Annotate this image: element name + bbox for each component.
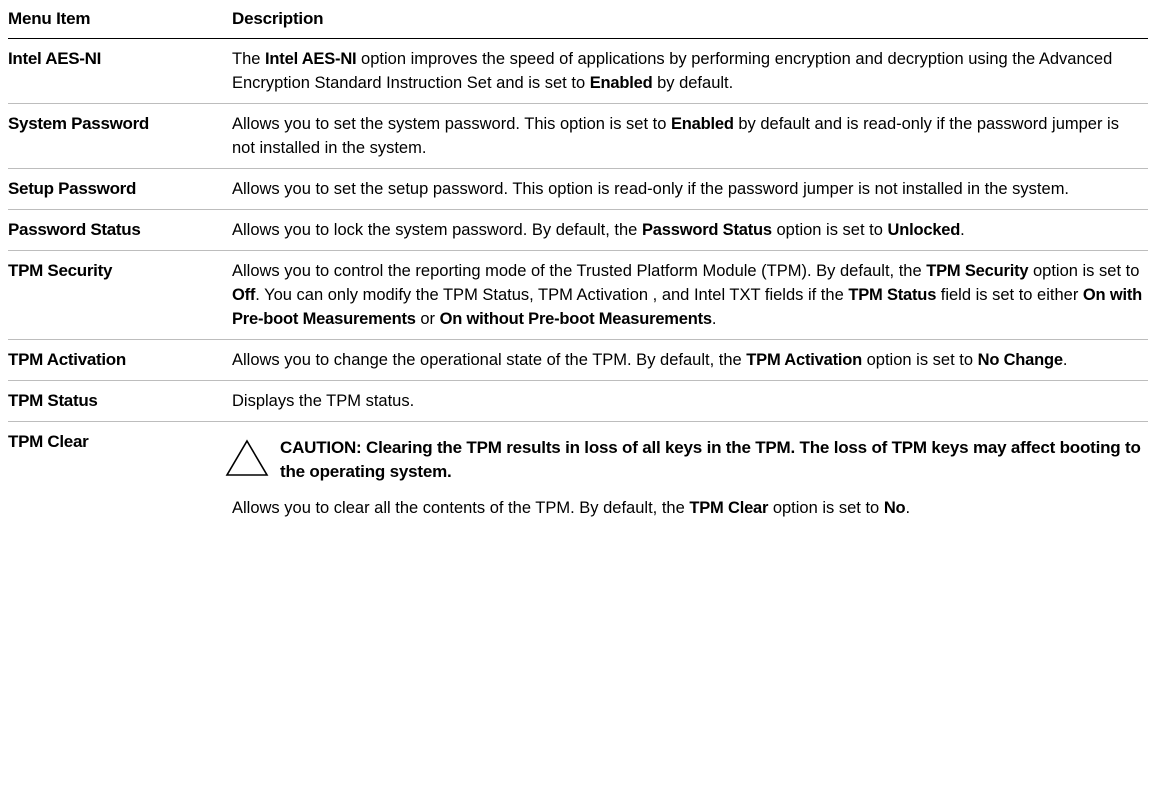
description-text: Allows you to set the setup password. Th… <box>232 177 1142 201</box>
bold-term: No Change <box>977 351 1063 369</box>
table-row: Password Status Allows you to lock the sy… <box>8 210 1148 251</box>
description-fragment: option is set to <box>771 221 888 239</box>
warning-triangle-icon <box>225 439 269 476</box>
menu-item-name: Setup Password <box>8 179 137 198</box>
description-fragment: The <box>232 50 266 68</box>
table-row: System Password Allows you to set the sys… <box>8 104 1148 169</box>
description-fragment: Allows you to lock the system password. … <box>232 221 642 239</box>
bold-term: Intel AES-NI <box>265 50 357 68</box>
menu-item-description: The Intel AES-NI option improves the spe… <box>232 47 1148 95</box>
bold-term: TPM Clear <box>689 499 769 517</box>
bold-term: On without Pre-boot Measurements <box>439 310 712 328</box>
description-text: The Intel AES-NI option improves the spe… <box>232 47 1142 95</box>
description-fragment: Allows you to clear all the contents of … <box>232 499 690 517</box>
description-fragment: option is set to <box>768 499 884 517</box>
description-text: Allows you to clear all the contents of … <box>232 496 1142 520</box>
menu-item-name: TPM Clear <box>8 432 89 451</box>
menu-item-name: TPM Activation <box>8 350 126 369</box>
bold-term: TPM Security <box>926 262 1029 280</box>
bold-term: Password Status <box>641 221 772 239</box>
table-row: TPM Security Allows you to control the re… <box>8 251 1148 340</box>
bold-term: Enabled <box>589 74 653 92</box>
description-fragment: field is set to either <box>936 286 1083 304</box>
description-text: Displays the TPM status. <box>232 389 1142 413</box>
table-header: Menu Item Description <box>8 0 1148 39</box>
description-fragment: . <box>711 310 717 328</box>
menu-item-description: Displays the TPM status. <box>232 389 1148 413</box>
menu-item-description: CAUTION: Clearing the TPM results in los… <box>225 430 1148 520</box>
menu-item-description: Allows you to lock the system password. … <box>232 218 1148 242</box>
description-fragment: . <box>905 499 911 517</box>
description-fragment: . <box>960 221 965 239</box>
description-fragment: Allows you to set the setup password. Th… <box>232 180 1070 198</box>
menu-item-name: TPM Security <box>8 261 113 280</box>
caution-notice: CAUTION: Clearing the TPM results in los… <box>225 436 1142 484</box>
bold-term: No <box>883 499 906 517</box>
header-description: Description <box>232 9 324 28</box>
description-fragment: Allows you to change the operational sta… <box>232 351 747 369</box>
table-row: TPM Clear CAUTION: Clearing the TPM resul… <box>8 422 1148 528</box>
bold-term: Enabled <box>670 115 734 133</box>
bold-term: Unlocked <box>887 221 961 239</box>
bold-term: TPM Status <box>848 286 937 304</box>
description-fragment: Allows you to set the system password. T… <box>232 115 671 133</box>
description-fragment: option is set to <box>1028 262 1140 280</box>
menu-item-description: Allows you to set the system password. T… <box>232 112 1148 160</box>
table-row: Intel AES-NI The Intel AES-NI option impr… <box>8 39 1148 104</box>
description-text: Allows you to change the operational sta… <box>232 348 1142 372</box>
description-text: Allows you to lock the system password. … <box>232 218 1142 242</box>
table-row: TPM Status Displays the TPM status. <box>8 381 1148 422</box>
menu-item-name: Intel AES-NI <box>8 49 102 68</box>
table-row: Setup Password Allows you to set the setu… <box>8 169 1148 210</box>
menu-item-name: Password Status <box>8 220 141 239</box>
description-fragment: option is set to <box>862 351 978 369</box>
menu-item-description: Allows you to control the reporting mode… <box>232 259 1148 331</box>
bold-term: Off <box>232 286 256 304</box>
menu-item-name: TPM Status <box>8 391 98 410</box>
description-text: Allows you to set the system password. T… <box>232 112 1142 160</box>
menu-item-name: System Password <box>8 114 150 133</box>
menu-item-description: Allows you to set the setup password. Th… <box>232 177 1148 201</box>
header-menu-item: Menu Item <box>8 9 91 28</box>
bold-term: TPM Activation <box>746 351 863 369</box>
description-fragment: . You can only modify the TPM Status, TP… <box>255 286 849 304</box>
caution-text: CAUTION: Clearing the TPM results in los… <box>280 438 1141 481</box>
description-fragment: . <box>1062 351 1068 369</box>
table-row: TPM Activation Allows you to change the o… <box>8 340 1148 381</box>
menu-table: Menu Item Description Intel AES-NI The In… <box>8 0 1148 528</box>
description-fragment: by default. <box>652 74 734 92</box>
description-text: Allows you to control the reporting mode… <box>232 259 1142 331</box>
description-fragment: Displays the TPM status. <box>232 392 415 410</box>
table-body: Intel AES-NI The Intel AES-NI option impr… <box>8 39 1148 528</box>
description-fragment: Allows you to control the reporting mode… <box>232 262 927 280</box>
description-fragment: or <box>415 310 440 328</box>
menu-item-description: Allows you to change the operational sta… <box>232 348 1148 372</box>
